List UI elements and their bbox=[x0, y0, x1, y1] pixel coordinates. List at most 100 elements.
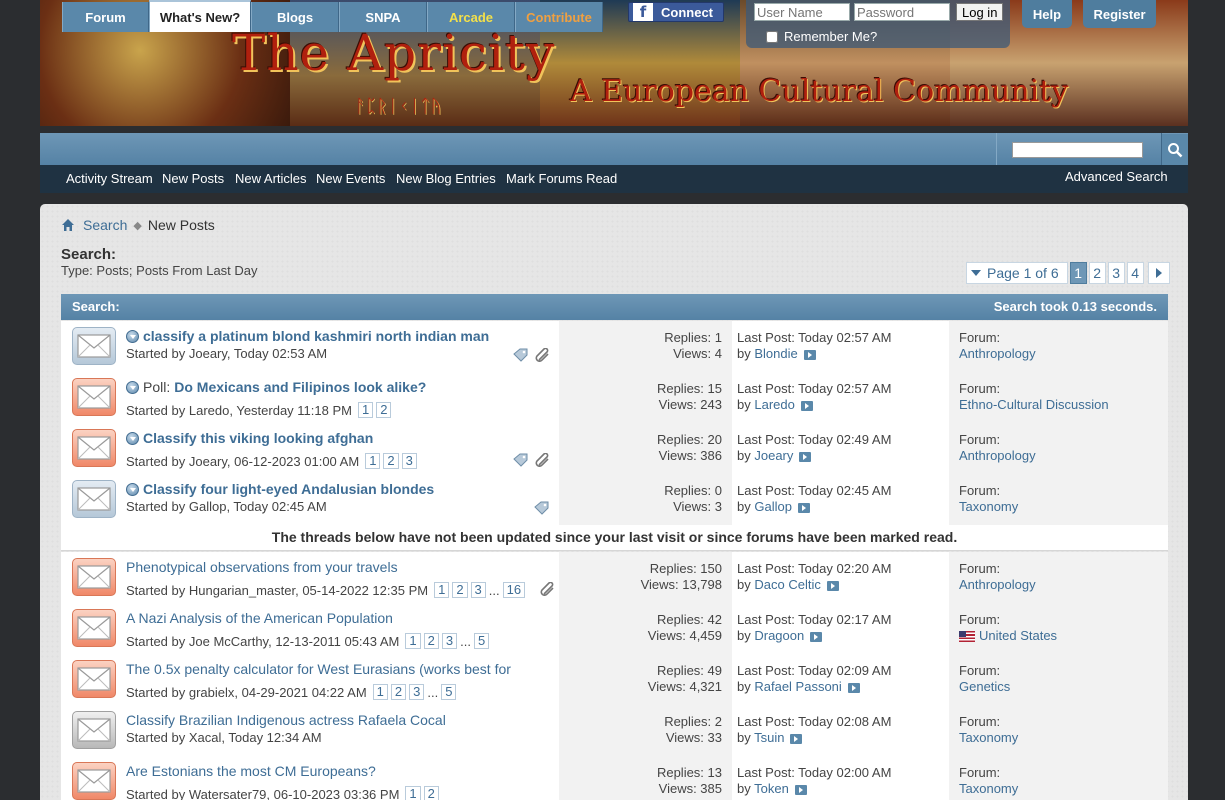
quick-search-input[interactable] bbox=[1012, 142, 1143, 158]
thread-page-link[interactable]: 2 bbox=[452, 582, 468, 598]
thread-title-link[interactable]: The 0.5x penalty calculator for West Eur… bbox=[126, 661, 511, 677]
go-to-last-post-icon[interactable] bbox=[799, 451, 812, 462]
thread-title-link[interactable]: Phenotypical observations from your trav… bbox=[126, 559, 398, 575]
thread-page-link[interactable]: 2 bbox=[423, 786, 439, 800]
thread-title-link[interactable]: Do Mexicans and Filipinos look alike? bbox=[174, 379, 426, 395]
password-input[interactable] bbox=[854, 3, 950, 21]
login-button[interactable]: Log in bbox=[956, 3, 1004, 21]
forum-link[interactable]: Taxonomy bbox=[959, 781, 1018, 796]
go-to-last-post-icon[interactable] bbox=[794, 784, 807, 795]
subnav-new-events[interactable]: New Events bbox=[316, 171, 385, 186]
go-to-last-post-icon[interactable] bbox=[847, 682, 860, 693]
tab-forum[interactable]: Forum bbox=[62, 2, 149, 32]
page-link[interactable]: 4 bbox=[1126, 262, 1144, 284]
forum-link[interactable]: Anthropology bbox=[959, 346, 1036, 361]
thread-page-link[interactable]: 3 bbox=[401, 453, 417, 469]
tab-blogs[interactable]: Blogs bbox=[251, 2, 339, 32]
remember-me[interactable]: Remember Me? bbox=[766, 29, 877, 44]
thread-page-link[interactable]: 2 bbox=[390, 684, 407, 700]
go-to-first-unread-icon[interactable] bbox=[126, 431, 139, 445]
tab-arcade[interactable]: Arcade bbox=[427, 2, 515, 32]
go-to-last-post-icon[interactable] bbox=[790, 733, 803, 744]
thread-page-link[interactable]: 3 bbox=[441, 633, 458, 649]
thread-page-link[interactable]: 2 bbox=[423, 633, 439, 649]
page-link[interactable]: 3 bbox=[1107, 262, 1125, 284]
thread-status-icon[interactable] bbox=[72, 762, 116, 800]
forum-link[interactable]: United States bbox=[979, 628, 1057, 643]
thread-status-icon[interactable] bbox=[72, 429, 116, 467]
forum-link[interactable]: Anthropology bbox=[959, 448, 1036, 463]
last-poster-link[interactable]: Dragoon bbox=[754, 628, 804, 643]
thread-page-link[interactable]: 5 bbox=[441, 684, 457, 700]
thread-status-icon[interactable] bbox=[72, 480, 116, 518]
forum-link[interactable]: Genetics bbox=[959, 679, 1010, 694]
thread-status-icon[interactable] bbox=[72, 711, 116, 749]
subnav-new-articles[interactable]: New Articles bbox=[235, 171, 307, 186]
thread-page-link[interactable]: 5 bbox=[473, 633, 490, 649]
forum-link[interactable]: Anthropology bbox=[959, 577, 1036, 592]
thread-page-link[interactable]: 1 bbox=[372, 684, 388, 700]
site-logo-title[interactable]: The Apricity bbox=[232, 24, 555, 82]
page-link[interactable]: 2 bbox=[1088, 262, 1106, 284]
username-input[interactable] bbox=[754, 3, 850, 21]
thread-title-link[interactable]: A Nazi Analysis of the American Populati… bbox=[126, 610, 393, 626]
last-poster-link[interactable]: Laredo bbox=[754, 397, 794, 412]
go-to-first-unread-icon[interactable] bbox=[126, 380, 139, 394]
thread-title-link[interactable]: classify a platinum blond kashmiri north… bbox=[143, 328, 489, 344]
breadcrumb-search-link[interactable]: Search bbox=[83, 217, 127, 233]
thread-title-link[interactable]: Classify four light-eyed Andalusian blon… bbox=[143, 481, 434, 497]
thread-title-link[interactable]: Are Estonians the most CM Europeans? bbox=[126, 763, 376, 779]
subnav-new-posts[interactable]: New Posts bbox=[162, 171, 224, 186]
facebook-connect-button[interactable]: f Connect bbox=[628, 2, 724, 22]
thread-status-icon[interactable] bbox=[72, 558, 116, 596]
next-page-button[interactable] bbox=[1147, 262, 1170, 284]
remember-me-checkbox[interactable] bbox=[766, 30, 778, 43]
last-poster-link[interactable]: Daco Celtic bbox=[754, 577, 820, 592]
go-to-last-post-icon[interactable] bbox=[826, 580, 839, 591]
home-icon[interactable] bbox=[61, 218, 75, 232]
thread-status-icon[interactable] bbox=[72, 609, 116, 647]
thread-page-link[interactable]: 1 bbox=[365, 453, 381, 469]
last-poster-link[interactable]: Tsuin bbox=[754, 730, 784, 745]
thread-page-link[interactable]: 2 bbox=[376, 402, 392, 418]
thread-status-icon[interactable] bbox=[72, 660, 116, 698]
thread-page-link[interactable]: 2 bbox=[383, 453, 399, 469]
thread-title-link[interactable]: Classify this viking looking afghan bbox=[143, 430, 373, 446]
last-poster-link[interactable]: Blondie bbox=[754, 346, 797, 361]
go-to-first-unread-icon[interactable] bbox=[126, 329, 139, 343]
thread-page-link[interactable]: 3 bbox=[470, 582, 486, 598]
go-to-last-post-icon[interactable] bbox=[810, 631, 823, 642]
search-button[interactable] bbox=[1162, 134, 1188, 165]
advanced-search-link[interactable]: Advanced Search bbox=[1065, 169, 1168, 184]
thread-title-link[interactable]: Classify Brazilian Indigenous actress Ra… bbox=[126, 712, 446, 728]
last-poster-link[interactable]: Token bbox=[754, 781, 789, 796]
last-poster-link[interactable]: Gallop bbox=[754, 499, 792, 514]
thread-page-link[interactable]: 3 bbox=[409, 684, 425, 700]
page-link-current[interactable]: 1 bbox=[1069, 262, 1087, 284]
last-poster-link[interactable]: Rafael Passoni bbox=[754, 679, 841, 694]
subnav-activity-stream[interactable]: Activity Stream bbox=[66, 171, 153, 186]
tab-snpa[interactable]: SNPA bbox=[339, 2, 427, 32]
thread-page-link[interactable]: 16 bbox=[502, 582, 526, 598]
thread-status-icon[interactable] bbox=[72, 378, 116, 416]
forum-link[interactable]: Taxonomy bbox=[959, 499, 1018, 514]
go-to-first-unread-icon[interactable] bbox=[126, 482, 139, 496]
thread-page-link[interactable]: 1 bbox=[434, 582, 450, 598]
register-button[interactable]: Register bbox=[1083, 0, 1156, 28]
forum-link[interactable]: Taxonomy bbox=[959, 730, 1018, 745]
tab-whats-new[interactable]: What's New? bbox=[149, 0, 251, 32]
help-button[interactable]: Help bbox=[1022, 0, 1072, 28]
last-poster-link[interactable]: Joeary bbox=[754, 448, 793, 463]
go-to-last-post-icon[interactable] bbox=[803, 349, 816, 360]
thread-page-link[interactable]: 1 bbox=[405, 633, 421, 649]
thread-page-link[interactable]: 1 bbox=[405, 786, 421, 800]
go-to-last-post-icon[interactable] bbox=[797, 502, 810, 513]
subnav-mark-forums-read[interactable]: Mark Forums Read bbox=[506, 171, 617, 186]
forum-link[interactable]: Ethno-Cultural Discussion bbox=[959, 397, 1109, 412]
page-jump-dropdown[interactable]: Page 1 of 6 bbox=[966, 262, 1068, 284]
thread-status-icon[interactable] bbox=[72, 327, 116, 365]
tab-contribute[interactable]: Contribute bbox=[515, 2, 603, 32]
go-to-last-post-icon[interactable] bbox=[800, 400, 813, 411]
subnav-new-blog-entries[interactable]: New Blog Entries bbox=[396, 171, 496, 186]
thread-page-link[interactable]: 1 bbox=[357, 402, 374, 418]
